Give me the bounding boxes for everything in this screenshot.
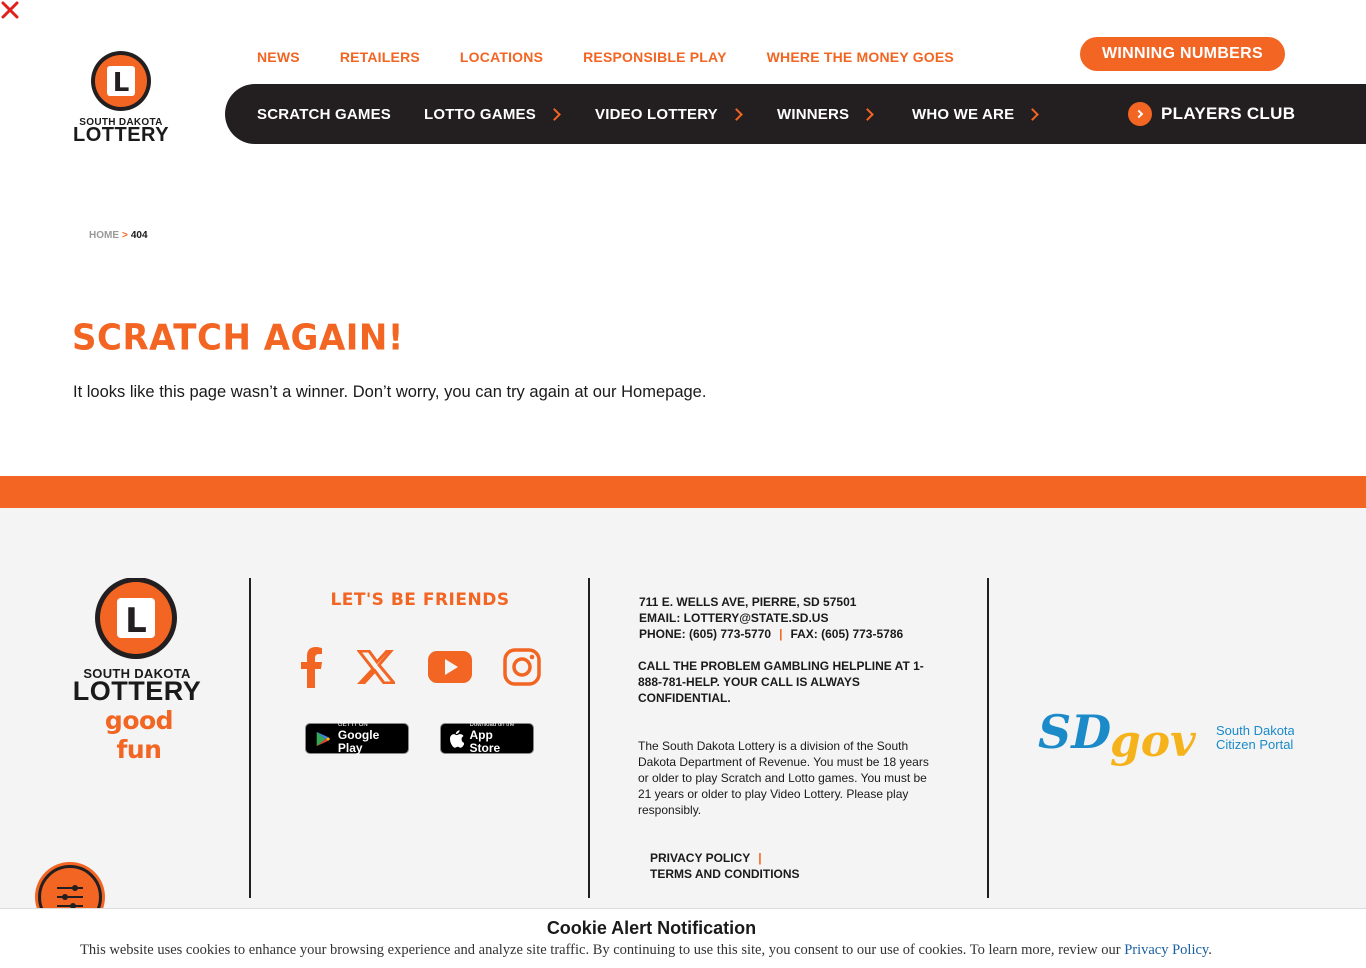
helpline-text: CALL THE PROBLEM GAMBLING HELPLINE AT 1-… bbox=[638, 659, 924, 705]
page-title: Scratch Again! bbox=[72, 317, 404, 359]
footer-logo[interactable]: L SOUTH DAKOTA LOTTERY good fun bbox=[72, 577, 202, 764]
breadcrumb: HOME >404 bbox=[89, 230, 148, 241]
sdgov-logo[interactable]: SD gov South Dakota's Citizen Portal bbox=[1038, 704, 1294, 772]
cookie-period: . bbox=[1208, 942, 1212, 958]
store-big-text: App Store bbox=[469, 728, 501, 755]
lottery-logo-icon: L bbox=[95, 577, 177, 659]
svg-text:L: L bbox=[125, 601, 147, 641]
arrow-circle-icon bbox=[1128, 102, 1152, 126]
chevron-right-icon bbox=[548, 107, 561, 121]
sdgov-portal-line1: South Dakota's bbox=[1216, 723, 1294, 738]
nav-link-retailers[interactable]: RETAILERS bbox=[340, 49, 420, 65]
cookie-banner: Cookie Alert Notification This website u… bbox=[0, 908, 1366, 968]
nav-link-locations[interactable]: LOCATIONS bbox=[460, 49, 543, 65]
players-club-link[interactable]: PLAYERS CLUB bbox=[1128, 84, 1295, 144]
youtube-icon[interactable] bbox=[425, 642, 475, 692]
chevron-right-icon bbox=[730, 107, 743, 121]
cookie-title: Cookie Alert Notification bbox=[546, 918, 757, 938]
svg-text:L: L bbox=[113, 68, 130, 98]
chevron-right-icon bbox=[1026, 107, 1040, 121]
footer-logo-line2: LOTTERY bbox=[72, 676, 202, 706]
terms-link[interactable]: TERMS AND CONDITIONS bbox=[650, 866, 800, 882]
nav-who-we-are[interactable]: WHO WE ARE bbox=[912, 84, 1040, 144]
x-icon[interactable] bbox=[351, 642, 401, 692]
breadcrumb-separator: > bbox=[122, 230, 128, 241]
google-play-badge[interactable]: GET IT ON Google Play bbox=[305, 722, 409, 755]
privacy-policy-link[interactable]: PRIVACY POLICY bbox=[650, 851, 750, 865]
winning-numbers-button[interactable]: WINNING NUMBERS bbox=[1080, 37, 1285, 71]
footer-divider bbox=[588, 578, 590, 898]
nav-label: VIDEO LOTTERY bbox=[595, 105, 718, 123]
facebook-icon[interactable] bbox=[286, 642, 336, 692]
close-icon[interactable] bbox=[0, 0, 20, 20]
friends-title: Let's Be Friends bbox=[330, 590, 510, 610]
cookie-message: This website uses cookies to enhance you… bbox=[80, 942, 1125, 958]
nav-scratch-games[interactable]: SCRATCH GAMES bbox=[257, 84, 391, 144]
google-play-icon bbox=[316, 731, 331, 746]
footer-divider bbox=[987, 578, 989, 898]
email[interactable]: EMAIL: LOTTERY@STATE.SD.US bbox=[639, 610, 949, 626]
top-nav: NEWS RETAILERS LOCATIONS RESPONSIBLE PLA… bbox=[257, 49, 994, 65]
chevron-right-icon bbox=[861, 107, 875, 121]
nav-link-news[interactable]: NEWS bbox=[257, 49, 300, 65]
footer-divider bbox=[249, 578, 251, 898]
nav-lotto-games[interactable]: LOTTO GAMES bbox=[424, 84, 561, 144]
breadcrumb-current: 404 bbox=[130, 230, 148, 241]
sdgov-sd-text: SD bbox=[1038, 705, 1111, 759]
app-store-badge[interactable]: Download on the App Store bbox=[440, 722, 534, 755]
legal-links: PRIVACY POLICY | TERMS AND CONDITIONS bbox=[650, 850, 800, 882]
legal-separator: | bbox=[758, 851, 762, 865]
players-club-label: PLAYERS CLUB bbox=[1161, 104, 1296, 123]
address: 711 E. WELLS AVE, PIERRE, SD 57501 bbox=[639, 595, 857, 609]
breadcrumb-home[interactable]: HOME bbox=[89, 230, 119, 241]
instagram-icon[interactable] bbox=[497, 642, 547, 692]
error-message: It looks like this page wasn’t a winner.… bbox=[73, 383, 707, 401]
nav-label: SCRATCH GAMES bbox=[257, 105, 391, 123]
cookie-privacy-link[interactable]: Privacy Policy bbox=[1124, 942, 1208, 958]
main-nav: SCRATCH GAMES LOTTO GAMES VIDEO LOTTERY … bbox=[225, 84, 1366, 144]
fax: FAX: (605) 773-5786 bbox=[790, 627, 904, 641]
footer-logo-tagline: good fun bbox=[104, 706, 174, 764]
nav-label: LOTTO GAMES bbox=[424, 105, 536, 123]
nav-label: WHO WE ARE bbox=[912, 105, 1015, 123]
sdgov-portal-line2: Citizen Portal bbox=[1216, 737, 1293, 752]
nav-link-responsible-play[interactable]: RESPONSIBLE PLAY bbox=[583, 49, 727, 65]
sliders-icon bbox=[57, 885, 83, 909]
store-big-text: Google Play bbox=[337, 728, 380, 755]
sdgov-gov-text: gov bbox=[1110, 716, 1196, 767]
logo-line2: LOTTERY bbox=[73, 124, 170, 146]
nav-label: WINNERS bbox=[777, 105, 850, 123]
phone[interactable]: PHONE: (605) 773-5770 bbox=[639, 627, 771, 641]
cookie-text: This website uses cookies to enhance you… bbox=[80, 942, 1212, 959]
orange-divider-band bbox=[0, 476, 1366, 508]
nav-winners[interactable]: WINNERS bbox=[777, 84, 875, 144]
contact-separator: | bbox=[779, 627, 783, 641]
apple-icon bbox=[449, 729, 465, 748]
nav-link-where-the-money-goes[interactable]: WHERE THE MONEY GOES bbox=[767, 49, 954, 65]
contact-info: 711 E. WELLS AVE, PIERRE, SD 57501 EMAIL… bbox=[639, 594, 949, 642]
disclaimer-text: The South Dakota Lottery is a division o… bbox=[638, 739, 929, 817]
nav-video-lottery[interactable]: VIDEO LOTTERY bbox=[595, 84, 743, 144]
